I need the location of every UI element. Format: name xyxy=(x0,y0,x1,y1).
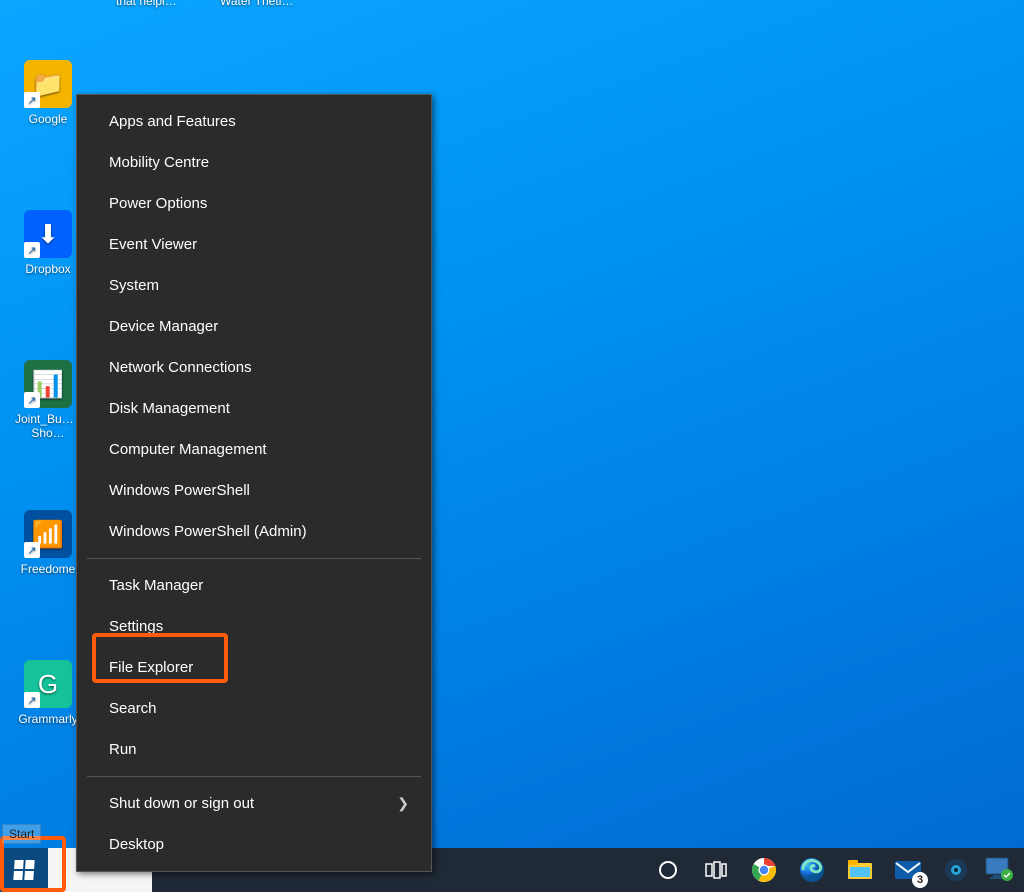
winx-item-apps-and-features[interactable]: Apps and Features xyxy=(77,101,431,142)
desktop-icon-label: Dropbox xyxy=(10,262,86,276)
winx-item-label: Device Manager xyxy=(109,318,218,335)
winx-item-label: Event Viewer xyxy=(109,236,197,253)
winx-item-label: Computer Management xyxy=(109,441,267,458)
winx-item-label: Task Manager xyxy=(109,577,203,594)
desktop-icon-label: Google xyxy=(10,112,86,126)
desktop-icon-joint-bu-sho-[interactable]: 📊↗Joint_Bu… - Sho… xyxy=(10,360,86,440)
winx-item-task-manager[interactable]: Task Manager xyxy=(77,565,431,606)
winx-item-label: Power Options xyxy=(109,195,207,212)
winx-item-desktop[interactable]: Desktop xyxy=(77,824,431,865)
winx-item-label: Search xyxy=(109,700,157,717)
desktop-icon-label: Grammarly xyxy=(10,712,86,726)
shortcut-arrow-icon: ↗ xyxy=(24,92,40,108)
winx-context-menu: Apps and Features Mobility Centre Power Op… xyxy=(76,94,432,872)
winx-item-label: Apps and Features xyxy=(109,113,236,130)
winx-item-shut-down-or-sign-out[interactable]: Shut down or sign out ❯ xyxy=(77,783,431,824)
winx-item-label: Disk Management xyxy=(109,400,230,417)
winx-item-label: Shut down or sign out xyxy=(109,795,254,812)
winx-item-settings[interactable]: Settings xyxy=(77,606,431,647)
winx-item-label: Windows PowerShell (Admin) xyxy=(109,523,307,540)
remote-desktop-icon[interactable] xyxy=(980,848,1020,892)
winx-item-label: Windows PowerShell xyxy=(109,482,250,499)
mail-badge: 3 xyxy=(912,872,928,888)
task-view-icon[interactable] xyxy=(692,848,740,892)
groove-music-icon[interactable] xyxy=(932,848,980,892)
chevron-right-icon: ❯ xyxy=(397,795,409,812)
winx-item-network-connections[interactable]: Network Connections xyxy=(77,347,431,388)
mail-icon[interactable]: 3 xyxy=(884,848,932,892)
shortcut-arrow-icon: ↗ xyxy=(24,542,40,558)
desktop-icon-label: Joint_Bu… - Sho… xyxy=(10,412,86,440)
winx-item-device-manager[interactable]: Device Manager xyxy=(77,306,431,347)
winx-item-disk-management[interactable]: Disk Management xyxy=(77,388,431,429)
winx-item-windows-powershell[interactable]: Windows PowerShell xyxy=(77,470,431,511)
windows-logo-icon xyxy=(13,860,34,880)
winx-item-system[interactable]: System xyxy=(77,265,431,306)
winx-item-windows-powershell-admin[interactable]: Windows PowerShell (Admin) xyxy=(77,511,431,552)
edge-icon[interactable] xyxy=(788,848,836,892)
winx-item-run[interactable]: Run xyxy=(77,729,431,770)
winx-item-search[interactable]: Search xyxy=(77,688,431,729)
winx-item-label: Settings xyxy=(109,618,163,635)
winx-item-power-options[interactable]: Power Options xyxy=(77,183,431,224)
top-cutoff-labels: that helpi… Water Theti… xyxy=(0,0,1024,10)
winx-item-file-explorer[interactable]: File Explorer xyxy=(77,647,431,688)
winx-item-label: File Explorer xyxy=(109,659,193,676)
menu-separator xyxy=(87,776,421,777)
taskbar-pinned-apps: 3 xyxy=(640,848,1024,892)
winx-item-label: Desktop xyxy=(109,836,164,853)
chrome-icon[interactable] xyxy=(740,848,788,892)
winx-item-label: Network Connections xyxy=(109,359,252,376)
file-explorer-icon[interactable] xyxy=(836,848,884,892)
cortana-icon[interactable] xyxy=(644,848,692,892)
desktop-icon-google[interactable]: 📁↗Google xyxy=(10,60,86,126)
menu-separator xyxy=(87,558,421,559)
start-tooltip: Start xyxy=(2,824,41,844)
winx-item-computer-management[interactable]: Computer Management xyxy=(77,429,431,470)
desktop-icon-label: Freedome xyxy=(10,562,86,576)
shortcut-arrow-icon: ↗ xyxy=(24,392,40,408)
winx-item-event-viewer[interactable]: Event Viewer xyxy=(77,224,431,265)
shortcut-arrow-icon: ↗ xyxy=(24,242,40,258)
shortcut-arrow-icon: ↗ xyxy=(24,692,40,708)
desktop-icon-freedome[interactable]: 📶↗Freedome xyxy=(10,510,86,576)
winx-item-mobility-centre[interactable]: Mobility Centre xyxy=(77,142,431,183)
winx-item-label: Run xyxy=(109,741,137,758)
desktop-icon-dropbox[interactable]: ⬇↗Dropbox xyxy=(10,210,86,276)
winx-item-label: System xyxy=(109,277,159,294)
desktop-icon-grammarly[interactable]: G↗Grammarly xyxy=(10,660,86,726)
winx-item-label: Mobility Centre xyxy=(109,154,209,171)
start-button[interactable] xyxy=(0,848,48,892)
